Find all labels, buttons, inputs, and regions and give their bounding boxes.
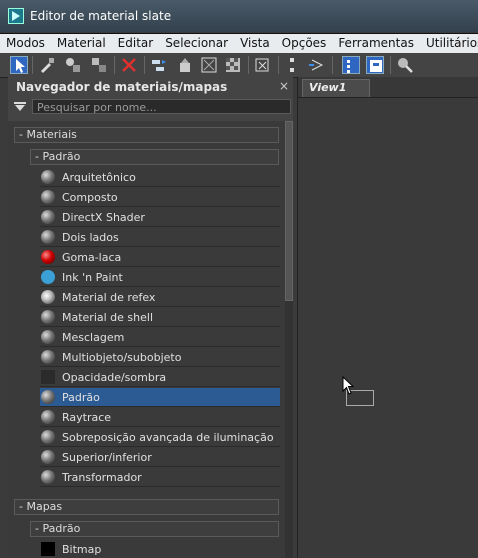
material-sphere-icon (41, 230, 55, 244)
menu-material[interactable]: Material (51, 34, 112, 53)
browser-scrollbar[interactable] (285, 121, 293, 558)
group-materials[interactable]: - Materiais (14, 127, 279, 143)
layout-all-icon[interactable] (284, 56, 302, 74)
material-item[interactable]: Goma-laca (40, 248, 280, 267)
node-view-canvas[interactable] (298, 98, 478, 558)
material-item[interactable]: DirectX Shader (40, 208, 280, 227)
eyedropper-icon[interactable] (38, 56, 56, 74)
material-sphere-icon (41, 330, 55, 344)
material-item[interactable]: Arquitetônico (40, 168, 280, 187)
toolbar (0, 53, 478, 78)
menu-selecionar[interactable]: Selecionar (159, 34, 234, 53)
material-item[interactable]: Multiobjeto/subobjeto (40, 348, 280, 367)
material-item[interactable]: Opacidade/sombra (40, 368, 280, 387)
browser-title: Navegador de materiais/mapas (16, 80, 228, 94)
hide-unused-icon[interactable] (200, 56, 218, 74)
search-row: Pesquisar por nome... (8, 97, 293, 117)
map-item[interactable]: Bitmap (40, 540, 280, 558)
show-map-icon[interactable] (254, 56, 272, 74)
material-sphere-icon (41, 450, 55, 464)
menu-editar[interactable]: Editar (112, 34, 160, 53)
material-item[interactable]: Mesclagem (40, 328, 280, 347)
group-maps[interactable]: - Mapas (14, 499, 279, 515)
title-bar: Editor de material slate (0, 0, 478, 32)
layout-icon[interactable] (176, 56, 194, 74)
material-item[interactable]: Superior/inferior (40, 448, 280, 467)
menu-vista[interactable]: Vista (234, 34, 276, 53)
browser-list: - Materiais - Padrão Arquitetônico Compo… (8, 121, 285, 558)
material-item[interactable]: Raytrace (40, 408, 280, 427)
menu-utilitarios[interactable]: Utilitários (420, 34, 478, 53)
view-panel: View1 (297, 77, 478, 558)
app-icon (8, 8, 24, 24)
window-title: Editor de material slate (30, 9, 172, 23)
select-arrow-icon[interactable] (10, 56, 28, 74)
material-sphere-icon (41, 210, 55, 224)
filter-dropdown-icon[interactable] (14, 102, 26, 112)
material-item[interactable]: Material de refex (40, 288, 280, 307)
material-item-selected[interactable]: Padrão (40, 388, 280, 407)
menu-ferramentas[interactable]: Ferramentas (332, 34, 420, 53)
material-sphere-icon (41, 190, 55, 204)
reflective-sphere-icon (41, 290, 55, 304)
delete-icon[interactable] (120, 56, 138, 74)
move-children-icon[interactable] (150, 56, 168, 74)
menu-bar: Modos Material Editar Selecionar Vista O… (0, 33, 478, 53)
material-item[interactable]: Ink 'n Paint (40, 268, 280, 287)
material-sphere-icon (41, 310, 55, 324)
material-item[interactable]: Sobreposição avançada de iluminação (40, 428, 280, 447)
ink-paint-sphere-icon (41, 270, 55, 284)
find-material-icon[interactable] (396, 56, 414, 74)
navigator-icon[interactable] (342, 56, 360, 74)
subgroup-default[interactable]: - Padrão (30, 149, 279, 165)
material-item[interactable]: Transformador (40, 468, 280, 487)
search-input[interactable]: Pesquisar por nome... (32, 99, 291, 114)
put-material-icon[interactable] (90, 56, 108, 74)
material-item[interactable]: Material de shell (40, 308, 280, 327)
checker-background-icon[interactable] (224, 56, 242, 74)
parameter-editor-icon[interactable] (366, 56, 384, 74)
shellac-sphere-icon (41, 250, 55, 264)
opacity-shadow-icon (41, 370, 55, 384)
material-sphere-icon (41, 410, 55, 424)
scrollbar-thumb[interactable] (285, 121, 293, 301)
subgroup-maps-default[interactable]: - Padrão (30, 521, 279, 537)
view-tabstrip: View1 (298, 77, 478, 98)
material-sphere-icon (41, 430, 55, 444)
tab-view1[interactable]: View1 (302, 79, 370, 97)
material-item[interactable]: Composto (40, 188, 280, 207)
menu-modos[interactable]: Modos (0, 34, 51, 53)
material-sphere-icon (41, 170, 55, 184)
material-item[interactable]: Dois lados (40, 228, 280, 247)
mouse-cursor-icon (342, 376, 355, 395)
close-icon[interactable]: × (279, 79, 291, 93)
material-sphere-icon (41, 390, 55, 404)
children-icon[interactable] (308, 56, 326, 74)
material-sphere-icon (41, 470, 55, 484)
bitmap-icon (41, 542, 55, 556)
material-map-browser: Navegador de materiais/mapas × Pesquisar… (8, 77, 293, 558)
assign-material-icon[interactable] (64, 56, 82, 74)
material-sphere-icon (41, 350, 55, 364)
menu-opcoes[interactable]: Opções (276, 34, 333, 53)
